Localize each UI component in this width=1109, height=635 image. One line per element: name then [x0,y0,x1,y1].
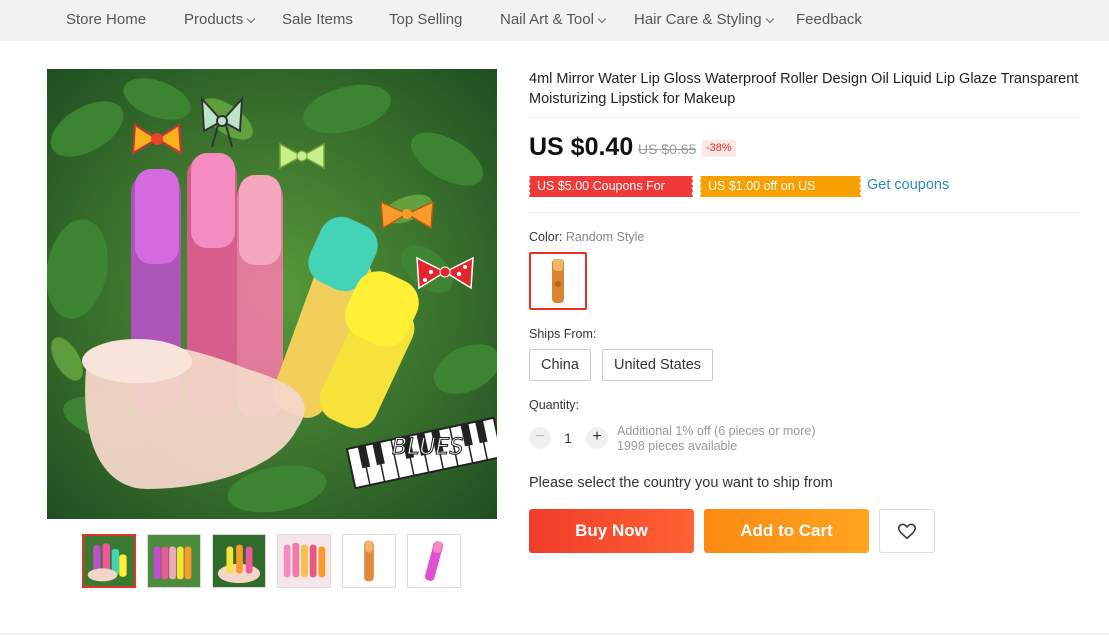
bulk-discount-note: Additional 1% off (6 pieces or more) [617,424,816,438]
ship-from-us-button[interactable]: United States [602,349,714,381]
chevron-down-icon [765,14,774,24]
nav-label: Store Home [66,11,147,28]
wishlist-button[interactable] [879,509,935,553]
thumbnail-3[interactable] [212,534,266,588]
nav-label: Products [184,11,244,28]
blues-sticker-text: BLUES [392,435,463,460]
divider [529,212,1080,213]
coupon-order[interactable]: US $1.00 off on US $25.00 [699,176,861,214]
quantity-increase-button[interactable]: + [586,427,608,449]
nav-label: Sale Items [282,11,353,28]
heart-icon [898,523,916,540]
original-price: US $0.65 [638,141,697,157]
buy-now-button[interactable]: Buy Now [529,509,694,553]
quantity-value[interactable]: 1 [559,430,577,446]
nav-feedback[interactable]: Feedback [796,0,862,41]
nav-label: Hair Care & Styling [634,11,762,28]
thumbnail-6[interactable] [407,534,461,588]
color-value: Random Style [565,230,645,244]
quantity-decrease-button[interactable]: − [529,427,551,449]
ship-from-china-button[interactable]: China [529,349,591,381]
nav-label: Feedback [796,11,862,28]
product-photo: BLUES [47,69,497,519]
nav-products[interactable]: Products [184,0,256,41]
thumbnail-1[interactable] [82,534,136,588]
add-to-cart-button[interactable]: Add to Cart [704,509,869,553]
nav-sale-items[interactable]: Sale Items [282,0,353,41]
ship-country-notice: Please select the country you want to sh… [529,475,833,491]
nav-nail-art-tool[interactable]: Nail Art & Tool [500,0,607,41]
product-main-image[interactable]: BLUES [47,69,497,519]
divider [529,117,1080,118]
color-option-random-style[interactable] [529,252,587,310]
color-label-row: Color: Random Style [529,230,644,244]
divider [0,633,1109,634]
nav-hair-care-styling[interactable]: Hair Care & Styling [634,0,774,41]
ships-from-label: Ships From: [529,327,597,341]
nav-label: Top Selling [389,11,463,28]
thumbnail-2[interactable] [147,534,201,588]
store-nav-bar: Store Home Products Sale Items Top Selli… [0,0,1109,41]
nav-top-selling[interactable]: Top Selling [389,0,462,41]
chevron-down-icon [597,14,607,24]
discount-badge: -38% [702,140,736,157]
nav-label: Nail Art & Tool [500,11,594,28]
thumbnail-4[interactable] [277,534,331,588]
coupon-store[interactable]: US $5.00 Coupons For You [528,176,693,214]
get-coupons-link[interactable]: Get coupons [867,177,949,193]
quantity-label: Quantity: [529,398,580,412]
stock-available-note: 1998 pieces available [617,439,738,453]
nav-store-home[interactable]: Store Home [66,0,146,41]
thumbnail-5[interactable] [342,534,396,588]
product-price: US $0.40 [529,133,634,161]
chevron-down-icon [246,14,256,24]
color-label: Color: [529,230,563,244]
product-title: 4ml Mirror Water Lip Gloss Waterproof Ro… [529,71,1079,107]
